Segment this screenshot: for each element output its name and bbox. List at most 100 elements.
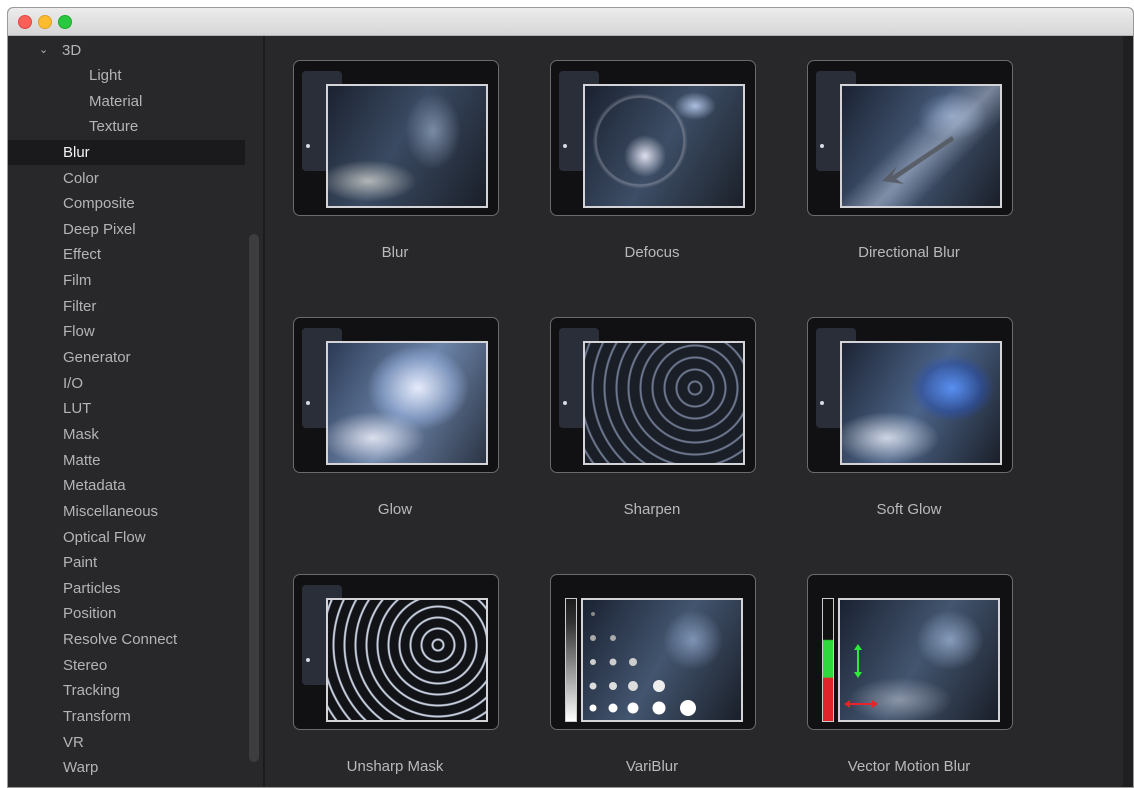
sidebar-item-particles[interactable]: Particles [8, 576, 245, 601]
sidebar-item-film[interactable]: Film [8, 268, 245, 293]
sidebar-item-label: Miscellaneous [63, 503, 159, 520]
sidebar-item-effect[interactable]: Effect [8, 242, 245, 267]
sidebar-item-composite[interactable]: Composite [8, 191, 245, 216]
tool-label: Sharpen [623, 501, 681, 518]
right-gutter [1123, 36, 1133, 787]
sidebar-item-paint[interactable]: Paint [8, 550, 245, 575]
tool-thumbnail-unsharp-mask[interactable] [293, 574, 499, 730]
sidebar-item-metadata[interactable]: Metadata [8, 473, 245, 498]
tool-thumbnail-sharpen[interactable] [550, 317, 756, 473]
tool-label: Glow [377, 501, 413, 518]
tool-label: VariBlur [625, 758, 679, 775]
sidebar-item-transform[interactable]: Transform [8, 704, 245, 729]
sidebar-item-generator[interactable]: Generator [8, 345, 245, 370]
tool-thumbnail-directional-blur[interactable] [807, 60, 1013, 216]
sidebar-item-label: Warp [63, 759, 99, 776]
thumbnail-dot [306, 144, 310, 148]
sidebar-item-label: Film [63, 272, 92, 289]
tool-label: Blur [381, 244, 409, 261]
tool-label: Vector Motion Blur [847, 758, 971, 775]
arrow-overlay-icon [882, 136, 954, 184]
sidebar-item-label: Mask [63, 426, 99, 443]
sidebar-item-label: Material [89, 93, 143, 110]
category-sidebar: ⌄ 3D Light Material Texture Blur Color C… [8, 36, 263, 787]
zoom-window-button[interactable] [58, 15, 72, 29]
sidebar-item-filter[interactable]: Filter [8, 294, 245, 319]
thumbnail-image [583, 341, 745, 465]
minimize-window-button[interactable] [38, 15, 52, 29]
tool-thumbnail-vector-motion-blur[interactable] [807, 574, 1013, 730]
sidebar-item-label: Matte [63, 452, 101, 469]
sidebar-item-label: Transform [63, 708, 131, 725]
thumbnail-dot [563, 401, 567, 405]
sidebar-item-label: I/O [63, 375, 84, 392]
tool-grid: Blur Defocus Directional Blur Glow Sharp… [265, 36, 1123, 787]
sidebar-item-light[interactable]: Light [8, 63, 245, 88]
tool-thumbnail-defocus[interactable] [550, 60, 756, 216]
sidebar-item-position[interactable]: Position [8, 601, 245, 626]
tool-thumbnail-variblur[interactable] [550, 574, 756, 730]
tool-thumbnail-blur[interactable] [293, 60, 499, 216]
vector-bar [822, 598, 834, 722]
sidebar-item-label: Effect [63, 246, 102, 263]
thumbnail-image [840, 84, 1002, 208]
sidebar-item-label: Position [63, 605, 117, 622]
sidebar-item-blur[interactable]: Blur [8, 140, 245, 165]
close-window-button[interactable] [18, 15, 32, 29]
sidebar-item-material[interactable]: Material [8, 89, 245, 114]
sidebar-item-label: VR [63, 734, 84, 751]
thumbnail-image [840, 341, 1002, 465]
tool-label: Directional Blur [858, 244, 960, 261]
sidebar-item-label: Flow [63, 323, 95, 340]
thumbnail-dot [306, 401, 310, 405]
sidebar-item-texture[interactable]: Texture [8, 114, 245, 139]
sidebar-item-label: Optical Flow [63, 529, 146, 546]
thumbnail-dot [306, 658, 310, 662]
thumbnail-image [326, 84, 488, 208]
sidebar-item-tracking[interactable]: Tracking [8, 678, 245, 703]
thumbnail-image [326, 341, 488, 465]
sidebar-item-resolve-connect[interactable]: Resolve Connect [8, 627, 245, 652]
sidebar-item-label: Composite [63, 195, 135, 212]
sidebar-item-stereo[interactable]: Stereo [8, 653, 245, 678]
thumbnail-dot [563, 144, 567, 148]
sidebar-item-color[interactable]: Color [8, 166, 245, 191]
sidebar-item-deep-pixel[interactable]: Deep Pixel [8, 217, 245, 242]
sidebar-item-matte[interactable]: Matte [8, 448, 245, 473]
sidebar-item-io[interactable]: I/O [8, 371, 245, 396]
sidebar-item-label: Stereo [63, 657, 108, 674]
sidebar-item-label: Blur [63, 144, 90, 161]
sidebar-item-3d[interactable]: ⌄ 3D [8, 38, 245, 63]
vector-arrows-icon [844, 644, 878, 708]
sidebar-item-optical-flow[interactable]: Optical Flow [8, 525, 245, 550]
sidebar-item-vr[interactable]: VR [8, 730, 245, 755]
sidebar-item-label: Generator [63, 349, 131, 366]
sidebar-item-label: Color [63, 170, 99, 187]
thumbnail-image [326, 598, 488, 722]
sidebar-item-label: Texture [89, 118, 139, 135]
sidebar-item-label: Particles [63, 580, 121, 597]
tool-thumbnail-glow[interactable] [293, 317, 499, 473]
thumbnail-dot [820, 401, 824, 405]
gradient-bar [565, 598, 577, 722]
sidebar-item-warp[interactable]: Warp [8, 755, 245, 780]
sidebar-item-flow[interactable]: Flow [8, 319, 245, 344]
sidebar-item-lut[interactable]: LUT [8, 396, 245, 421]
thumbnail-dot [820, 144, 824, 148]
app-window: ⌄ 3D Light Material Texture Blur Color C… [7, 7, 1134, 788]
tool-label: Unsharp Mask [346, 758, 444, 775]
tool-label: Soft Glow [876, 501, 942, 518]
sidebar-scrollbar[interactable] [249, 234, 259, 762]
sidebar-item-label: Resolve Connect [63, 631, 178, 648]
sidebar-item-label: Deep Pixel [63, 221, 136, 238]
sidebar-item-mask[interactable]: Mask [8, 422, 245, 447]
sidebar-scroll-thumb[interactable] [249, 234, 259, 762]
blur-dots-overlay-icon [589, 612, 696, 716]
tool-thumbnail-soft-glow[interactable] [807, 317, 1013, 473]
title-bar [8, 8, 1133, 36]
sidebar-item-label: 3D [62, 42, 82, 59]
thumbnail-image [838, 598, 1000, 722]
sidebar-item-label: Paint [63, 554, 98, 571]
chevron-down-icon[interactable]: ⌄ [39, 38, 48, 63]
sidebar-item-miscellaneous[interactable]: Miscellaneous [8, 499, 245, 524]
